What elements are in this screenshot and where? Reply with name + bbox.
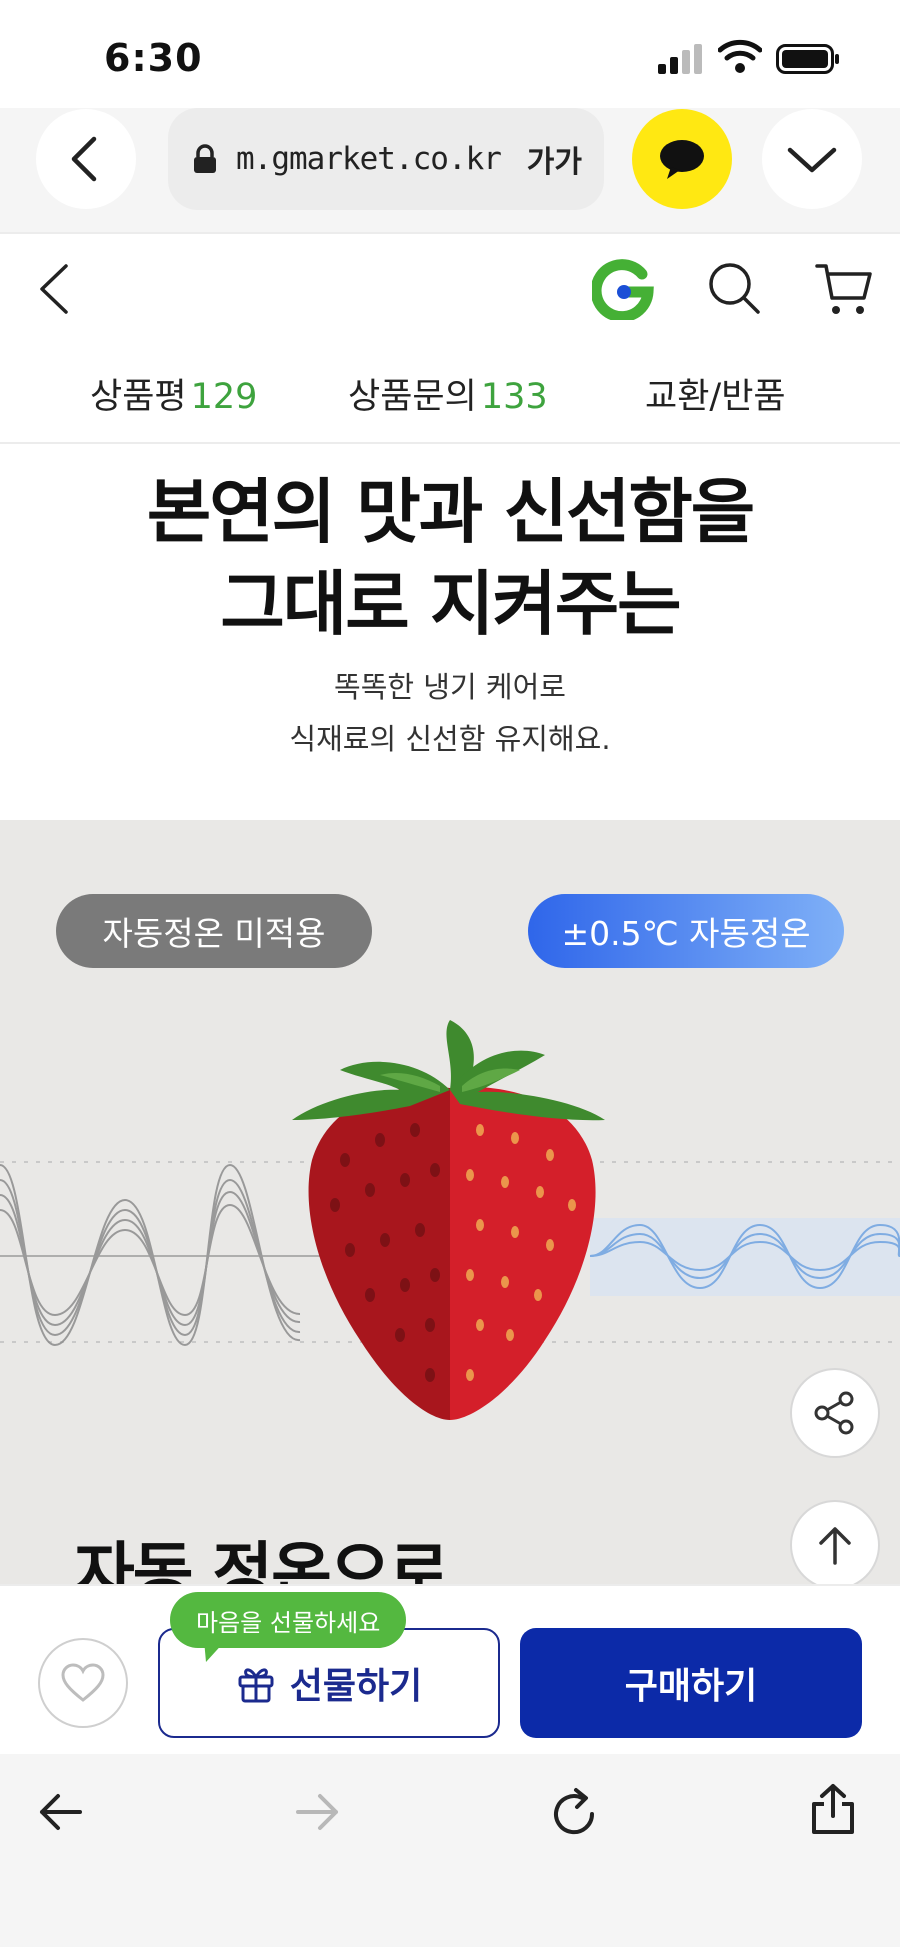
subtext-line-2: 식재료의 신선함 유지해요. <box>289 722 611 756</box>
buy-button[interactable]: 구매하기 <box>520 1628 862 1738</box>
tab-count: 133 <box>480 377 548 417</box>
site-header <box>0 236 900 340</box>
product-tabs: 상품평 129 상품문의 133 교환/반품 <box>0 340 900 444</box>
status-bar: 6:30 <box>0 0 900 108</box>
gift-icon <box>238 1668 274 1703</box>
gmarket-logo-icon[interactable] <box>592 258 654 320</box>
url-field[interactable]: m.gmarket.co.kr 가가 <box>168 108 604 210</box>
headline-line-1: 본연의 맛과 신선함을 <box>146 471 755 553</box>
arrow-right-icon[interactable] <box>294 1790 342 1834</box>
arrow-up-icon <box>819 1527 851 1565</box>
heart-icon <box>61 1663 105 1702</box>
scroll-to-top-button[interactable] <box>790 1500 880 1584</box>
tab-label: 교환/반품 <box>645 377 786 417</box>
browser-address-bar: m.gmarket.co.kr 가가 <box>0 108 900 234</box>
share-upload-icon[interactable] <box>808 1782 858 1836</box>
gift-tooltip: 마음을 선물하세요 <box>170 1592 407 1648</box>
arrow-left-icon[interactable] <box>36 1790 84 1834</box>
tab-exchange-return[interactable]: 교환/반품 <box>645 368 786 419</box>
browser-back-button[interactable] <box>36 109 136 209</box>
headline-line-2: 그대로 지켜주는 <box>220 563 681 645</box>
wifi-icon <box>718 39 762 73</box>
purchase-bar: 선물하기 구매하기 마음을 선물하세요 <box>0 1584 900 1754</box>
wishlist-button[interactable] <box>38 1638 128 1728</box>
text-size-button[interactable]: 가가 <box>527 137 582 181</box>
talk-icon <box>660 140 704 179</box>
back-icon <box>71 136 97 182</box>
cart-icon[interactable] <box>814 260 874 318</box>
temperature-comparison-section: 자동정온 미적용 ±0.5℃ 자동정온 자동 정온으로 <box>0 820 900 1584</box>
lock-icon <box>194 144 216 173</box>
tab-label: 상품문의 <box>348 377 477 417</box>
strawberry-wave-illustration <box>0 1020 900 1420</box>
signal-icon <box>658 44 702 74</box>
gift-button-label: 선물하기 <box>289 1666 423 1707</box>
tab-count: 129 <box>190 377 258 417</box>
status-time: 6:30 <box>104 36 203 80</box>
share-icon <box>814 1391 854 1435</box>
battery-icon <box>776 44 839 74</box>
kakao-talk-button[interactable] <box>632 109 732 209</box>
subtext-line-1: 똑똑한 냉기 케어로 <box>334 670 566 704</box>
browser-menu-button[interactable] <box>762 109 862 209</box>
tab-inquiries[interactable]: 상품문의 133 <box>348 368 548 419</box>
back-icon[interactable] <box>36 262 72 316</box>
chevron-down-icon <box>787 147 837 173</box>
url-text: m.gmarket.co.kr <box>236 141 502 177</box>
tab-reviews[interactable]: 상품평 129 <box>90 368 257 419</box>
browser-bottom-toolbar <box>0 1754 900 1947</box>
reload-icon[interactable] <box>552 1786 600 1838</box>
share-button[interactable] <box>790 1368 880 1458</box>
section-title: 자동 정온으로 <box>74 1535 449 1584</box>
tab-label: 상품평 <box>90 377 187 417</box>
search-icon[interactable] <box>706 260 762 316</box>
buy-button-label: 구매하기 <box>624 1666 758 1707</box>
